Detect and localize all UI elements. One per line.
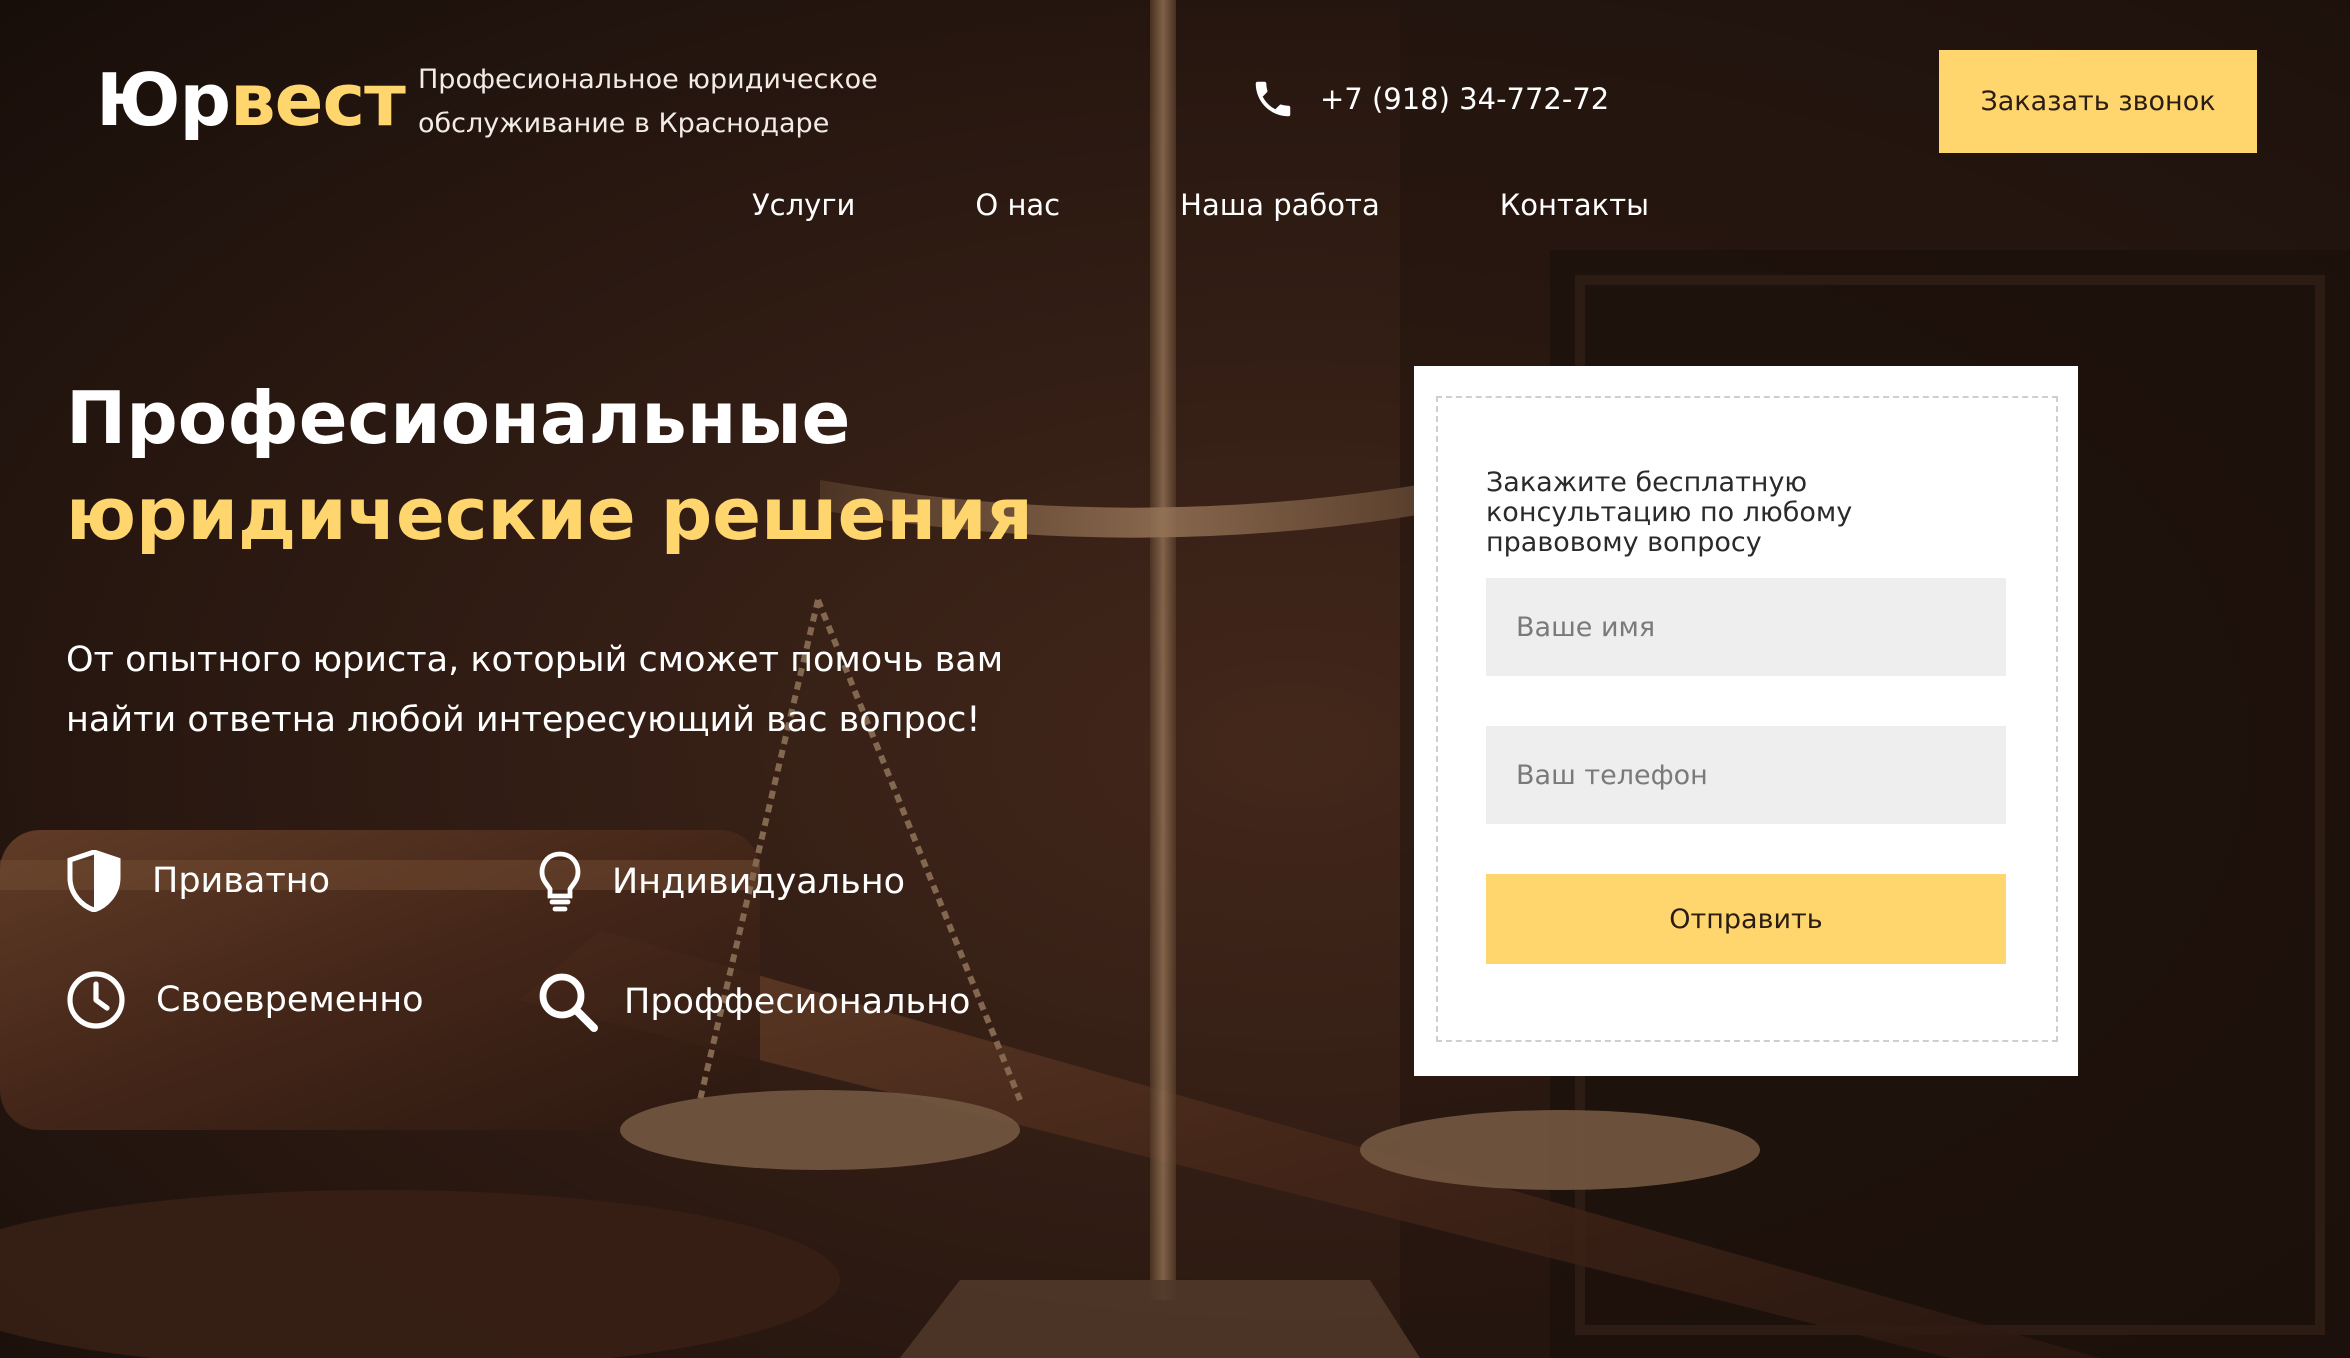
phone-number: +7 (918) 34-772-72 (1320, 82, 1610, 116)
feature-label: Приватно (152, 861, 331, 901)
submit-button[interactable]: Отправить (1486, 874, 2006, 964)
form-heading: Закажите бесплатную консультацию по любо… (1486, 467, 1853, 558)
feature-individual: Индивидуально (536, 850, 905, 914)
nav-item-our-work[interactable]: Наша работа (1180, 188, 1380, 222)
order-callback-button[interactable]: Заказать звонок (1939, 50, 2257, 153)
logo-text-accent: вест (230, 58, 406, 142)
landing-page: Юрвест Професиональное юридическое обслу… (0, 0, 2350, 1358)
nav-item-contacts[interactable]: Контакты (1500, 188, 1649, 222)
feature-timely: Своевременно (66, 970, 424, 1030)
header-phone[interactable]: +7 (918) 34-772-72 (1250, 76, 1609, 122)
name-input[interactable] (1486, 578, 2006, 676)
logo-text-primary: Юр (96, 58, 231, 142)
hero-title-line2: юридические решения (66, 472, 1033, 556)
lightbulb-icon (539, 851, 581, 912)
feature-professional: Проффесионально (536, 970, 970, 1034)
feature-label: Своевременно (156, 980, 424, 1020)
feature-label: Проффесионально (624, 982, 971, 1022)
hero-subtitle: От опытного юриста, который сможет помоч… (66, 640, 1004, 740)
phone-input[interactable] (1486, 726, 2006, 824)
search-icon (539, 973, 598, 1032)
brand-logo[interactable]: Юрвест (96, 52, 406, 148)
phone-icon (1255, 81, 1291, 117)
clock-icon (67, 971, 125, 1029)
hero-title-line1: Професиональные (66, 376, 851, 460)
main-nav: Услуги О нас Наша работа Контакты (752, 188, 1649, 222)
nav-item-about[interactable]: О нас (975, 188, 1060, 222)
shield-icon (67, 850, 121, 912)
hero-title: Професиональные юридические решения (66, 370, 1033, 562)
feature-private: Приватно (66, 850, 330, 912)
feature-label: Индивидуально (612, 862, 906, 902)
header-tagline: Професиональное юридическое обслуживание… (418, 64, 878, 139)
nav-item-services[interactable]: Услуги (752, 188, 855, 222)
